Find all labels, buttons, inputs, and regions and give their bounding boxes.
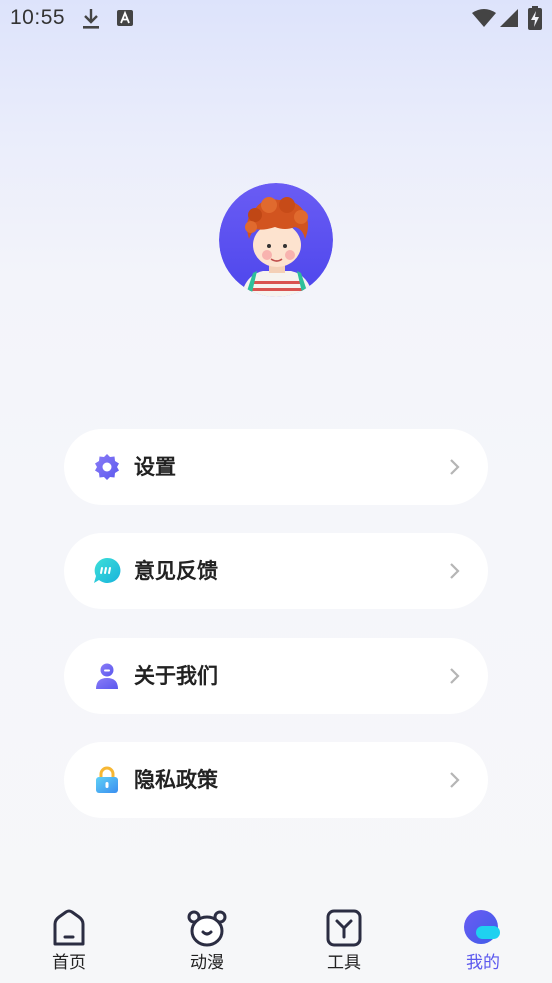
menu-item-feedback[interactable]: 意见反馈 <box>64 533 488 609</box>
menu-item-settings[interactable]: 设置 <box>64 429 488 505</box>
tab-mine[interactable]: 我的 <box>433 897 533 983</box>
text-app-icon <box>117 10 133 26</box>
menu-label-feedback: 意见反馈 <box>134 559 218 583</box>
chevron-right-icon <box>450 459 460 475</box>
status-time: 10:55 <box>10 6 66 29</box>
lock-icon <box>96 766 118 793</box>
menu-label-about-us: 关于我们 <box>134 664 218 688</box>
download-icon <box>83 9 99 29</box>
menu-label-settings: 设置 <box>134 455 176 479</box>
menu-label-privacy-policy: 隐私政策 <box>134 768 218 792</box>
tab-label-anime: 动漫 <box>190 953 224 973</box>
bottom-tab-bar: 首页 动漫 工具 我的 <box>0 897 552 983</box>
person-icon <box>96 663 118 689</box>
tools-icon <box>326 909 362 947</box>
chevron-right-icon <box>450 772 460 788</box>
tab-label-home: 首页 <box>52 953 86 973</box>
battery-charging-icon <box>528 6 542 30</box>
signal-icon <box>500 9 518 27</box>
profile-blob-icon <box>464 910 500 944</box>
status-bar: 10:55 <box>0 0 552 38</box>
menu-item-privacy-policy[interactable]: 隐私政策 <box>64 742 488 818</box>
bear-face-icon <box>187 910 227 947</box>
home-icon <box>53 909 85 946</box>
feedback-chat-icon <box>94 557 121 583</box>
avatar-illustration <box>219 183 333 297</box>
wifi-icon <box>472 9 496 27</box>
menu-item-about-us[interactable]: 关于我们 <box>64 638 488 714</box>
tab-anime[interactable]: 动漫 <box>157 897 257 983</box>
tab-label-mine: 我的 <box>466 953 500 973</box>
chevron-right-icon <box>450 668 460 684</box>
tab-tools[interactable]: 工具 <box>294 897 394 983</box>
avatar[interactable] <box>219 183 333 297</box>
gear-icon <box>95 454 119 480</box>
tab-home[interactable]: 首页 <box>19 897 119 983</box>
tab-label-tools: 工具 <box>327 953 361 973</box>
chevron-right-icon <box>450 563 460 579</box>
